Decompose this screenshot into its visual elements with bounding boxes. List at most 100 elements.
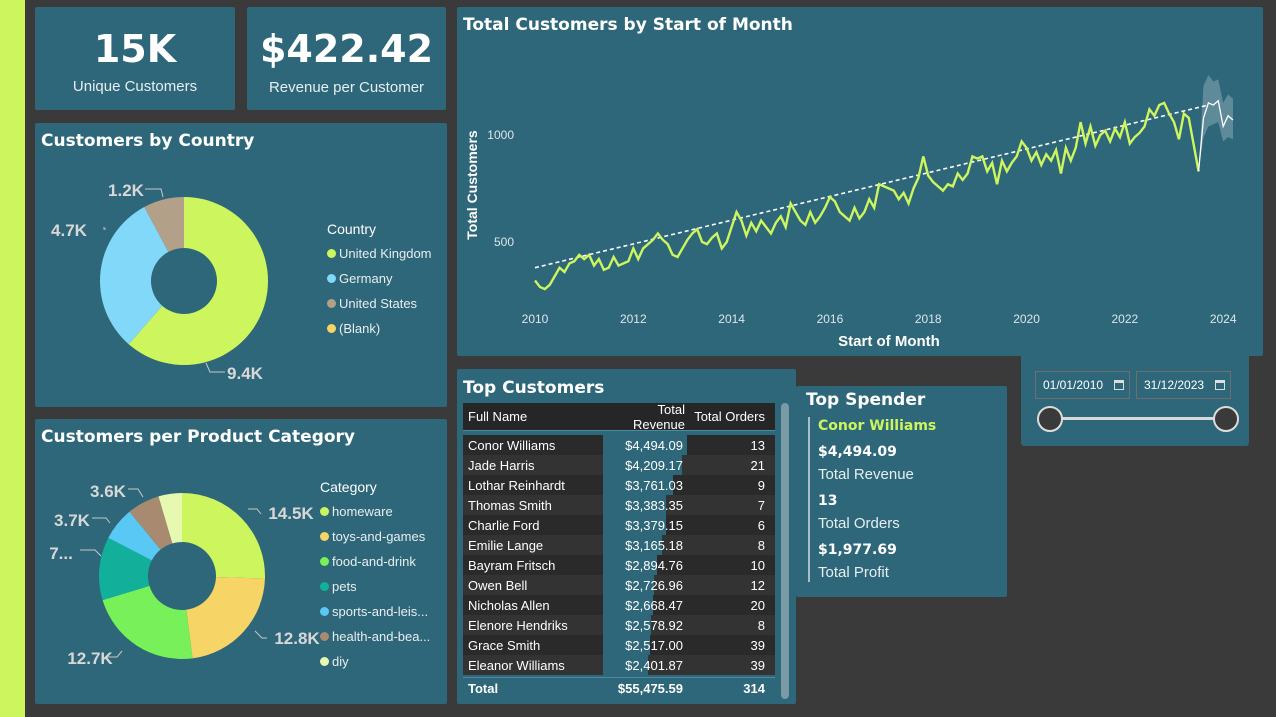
revenue-value: $4,494.09: [625, 437, 683, 453]
category-donut-card: Customers per Product Category 14.5K 12.8…: [35, 419, 447, 704]
kpi-revenue-per-customer-value: $422.42: [259, 27, 434, 71]
leader-line: [205, 362, 225, 373]
slice-data-label: 9.4K: [227, 364, 264, 383]
end-date-value: 31/12/2023: [1144, 378, 1205, 392]
legend-item[interactable]: sports-and-leis...: [320, 599, 430, 624]
kpi-card-unique-customers: 15K Unique Customers: [35, 7, 235, 110]
legend-label: United Kingdom: [339, 246, 432, 261]
slice-data-label: 3.6K: [90, 482, 127, 501]
donut-slice[interactable]: [102, 585, 193, 659]
table-scrollbar[interactable]: [781, 403, 789, 699]
kpi-unique-customers-label: Unique Customers: [72, 78, 198, 95]
cell-total-orders: 20: [750, 597, 765, 613]
line-chart[interactable]: 2010 2012 2014 2016 2018 2020 2022 2024 500 1000 S…: [457, 7, 1263, 356]
legend-dot-icon: [320, 532, 329, 541]
legend-item[interactable]: (Blank): [327, 316, 432, 341]
table-row[interactable]: Thomas Smith $3,383.35 7: [463, 495, 775, 515]
cell-total-revenue: $2,894.76: [603, 555, 687, 575]
column-header-total-revenue[interactable]: Total Revenue ▼: [603, 402, 687, 442]
legend-item[interactable]: United Kingdom: [327, 241, 432, 266]
table-row[interactable]: Elenore Hendriks $2,578.92 8: [463, 615, 775, 635]
top-customers-table[interactable]: Full Name Total Revenue ▼ Total Orders C…: [463, 402, 775, 679]
legend-item[interactable]: United States: [327, 291, 432, 316]
series-line-total-customers[interactable]: [534, 101, 1200, 291]
legend-label: United States: [339, 296, 418, 311]
date-range-end-handle[interactable]: [1213, 406, 1239, 432]
x-tick-label: 2020: [1013, 312, 1040, 326]
line-chart-card: Total Customers by Start of Month 2010 20…: [457, 7, 1263, 356]
table-row[interactable]: Bayram Fritsch $2,894.76 10: [463, 555, 775, 575]
legend-item[interactable]: Germany: [327, 266, 432, 291]
cell-full-name: Eleanor Williams: [468, 657, 565, 673]
cell-full-name: Emilie Lange: [468, 537, 544, 553]
cell-total-revenue: $4,209.17: [603, 455, 687, 475]
table-row[interactable]: Grace Smith $2,517.00 39: [463, 635, 775, 655]
cell-total-orders: 12: [750, 577, 765, 593]
cell-full-name: Conor Williams: [468, 437, 556, 453]
calendar-icon[interactable]: [1114, 380, 1124, 390]
column-header-total-orders[interactable]: Total Orders: [687, 409, 771, 424]
end-date-input[interactable]: 31/12/2023: [1136, 371, 1231, 399]
date-range-start-handle[interactable]: [1037, 406, 1063, 432]
legend-dot-icon: [320, 607, 329, 616]
revenue-value: $2,517.00: [625, 637, 683, 653]
cell-total-revenue: $2,726.96: [603, 575, 687, 595]
revenue-value: $2,894.76: [625, 557, 683, 573]
date-range-track[interactable]: [1050, 417, 1226, 420]
date-slicer-card: 01/01/2010 31/12/2023: [1021, 356, 1249, 446]
legend-label: toys-and-games: [332, 529, 426, 544]
calendar-icon[interactable]: [1215, 380, 1225, 390]
top-spender-revenue-label: Total Revenue: [818, 466, 914, 483]
table-row[interactable]: Eleanor Williams $2,401.87 39: [463, 655, 775, 675]
legend-item[interactable]: food-and-drink: [320, 549, 430, 574]
table-row[interactable]: Jade Harris $4,209.17 21: [463, 455, 775, 475]
column-header-full-name[interactable]: Full Name: [463, 409, 603, 424]
revenue-value: $2,726.96: [625, 577, 683, 593]
legend-dot-icon: [327, 299, 336, 308]
legend-item[interactable]: homeware: [320, 499, 430, 524]
total-orders: 314: [743, 681, 765, 696]
y-tick-label: 1000: [487, 128, 514, 142]
revenue-value: $2,578.92: [625, 617, 683, 633]
revenue-value: $3,379.15: [625, 517, 683, 533]
table-row[interactable]: Conor Williams $4,494.09 13: [463, 435, 775, 455]
top-spender-profit-label: Total Profit: [818, 564, 889, 581]
x-tick-label: 2014: [718, 312, 745, 326]
table-row[interactable]: Nicholas Allen $2,668.47 20: [463, 595, 775, 615]
legend-label: health-and-bea...: [332, 629, 431, 644]
cell-total-revenue: $3,165.18: [603, 535, 687, 555]
table-row[interactable]: Emilie Lange $3,165.18 8: [463, 535, 775, 555]
table-row[interactable]: Charlie Ford $3,379.15 6: [463, 515, 775, 535]
start-date-input[interactable]: 01/01/2010: [1035, 371, 1130, 399]
table-row[interactable]: Lothar Reinhardt $3,761.03 9: [463, 475, 775, 495]
legend-item[interactable]: pets: [320, 574, 430, 599]
table-body: Conor Williams $4,494.09 13 Jade Harris $4,2…: [463, 431, 775, 679]
cell-full-name: Thomas Smith: [468, 497, 552, 513]
table-row[interactable]: Owen Bell $2,726.96 12: [463, 575, 775, 595]
top-spender-orders-label: Total Orders: [818, 515, 900, 532]
cell-total-revenue: $2,668.47: [603, 595, 687, 615]
category-legend-title: Category: [320, 479, 377, 495]
cell-full-name: Grace Smith: [468, 637, 541, 653]
donut-slice[interactable]: [186, 577, 265, 659]
table-total-row: Total $55,475.59 314: [463, 677, 775, 699]
legend-label: homeware: [332, 504, 393, 519]
x-tick-label: 2018: [915, 312, 942, 326]
top-spender-divider: [808, 417, 810, 582]
x-tick-label: 2022: [1112, 312, 1139, 326]
kpi-card-revenue-per-customer: $422.42 Revenue per Customer: [247, 7, 446, 110]
country-donut-card: Customers by Country 9.4K 4.7K 1.2K Countr…: [35, 123, 447, 407]
legend-item[interactable]: health-and-bea...: [320, 624, 430, 649]
accent-side-bar: [0, 0, 25, 717]
y-tick-label: 500: [494, 235, 514, 249]
table-header: Full Name Total Revenue ▼ Total Orders: [463, 402, 775, 442]
legend-label: pets: [332, 579, 357, 594]
top-spender-orders: 13: [818, 493, 838, 509]
top-spender-title: Top Spender: [806, 390, 926, 410]
donut-slice[interactable]: [182, 493, 265, 579]
x-tick-label: 2012: [620, 312, 647, 326]
legend-item[interactable]: toys-and-games: [320, 524, 430, 549]
legend-dot-icon: [320, 657, 329, 666]
forecast-band: [1198, 75, 1233, 172]
legend-item[interactable]: diy: [320, 649, 430, 674]
